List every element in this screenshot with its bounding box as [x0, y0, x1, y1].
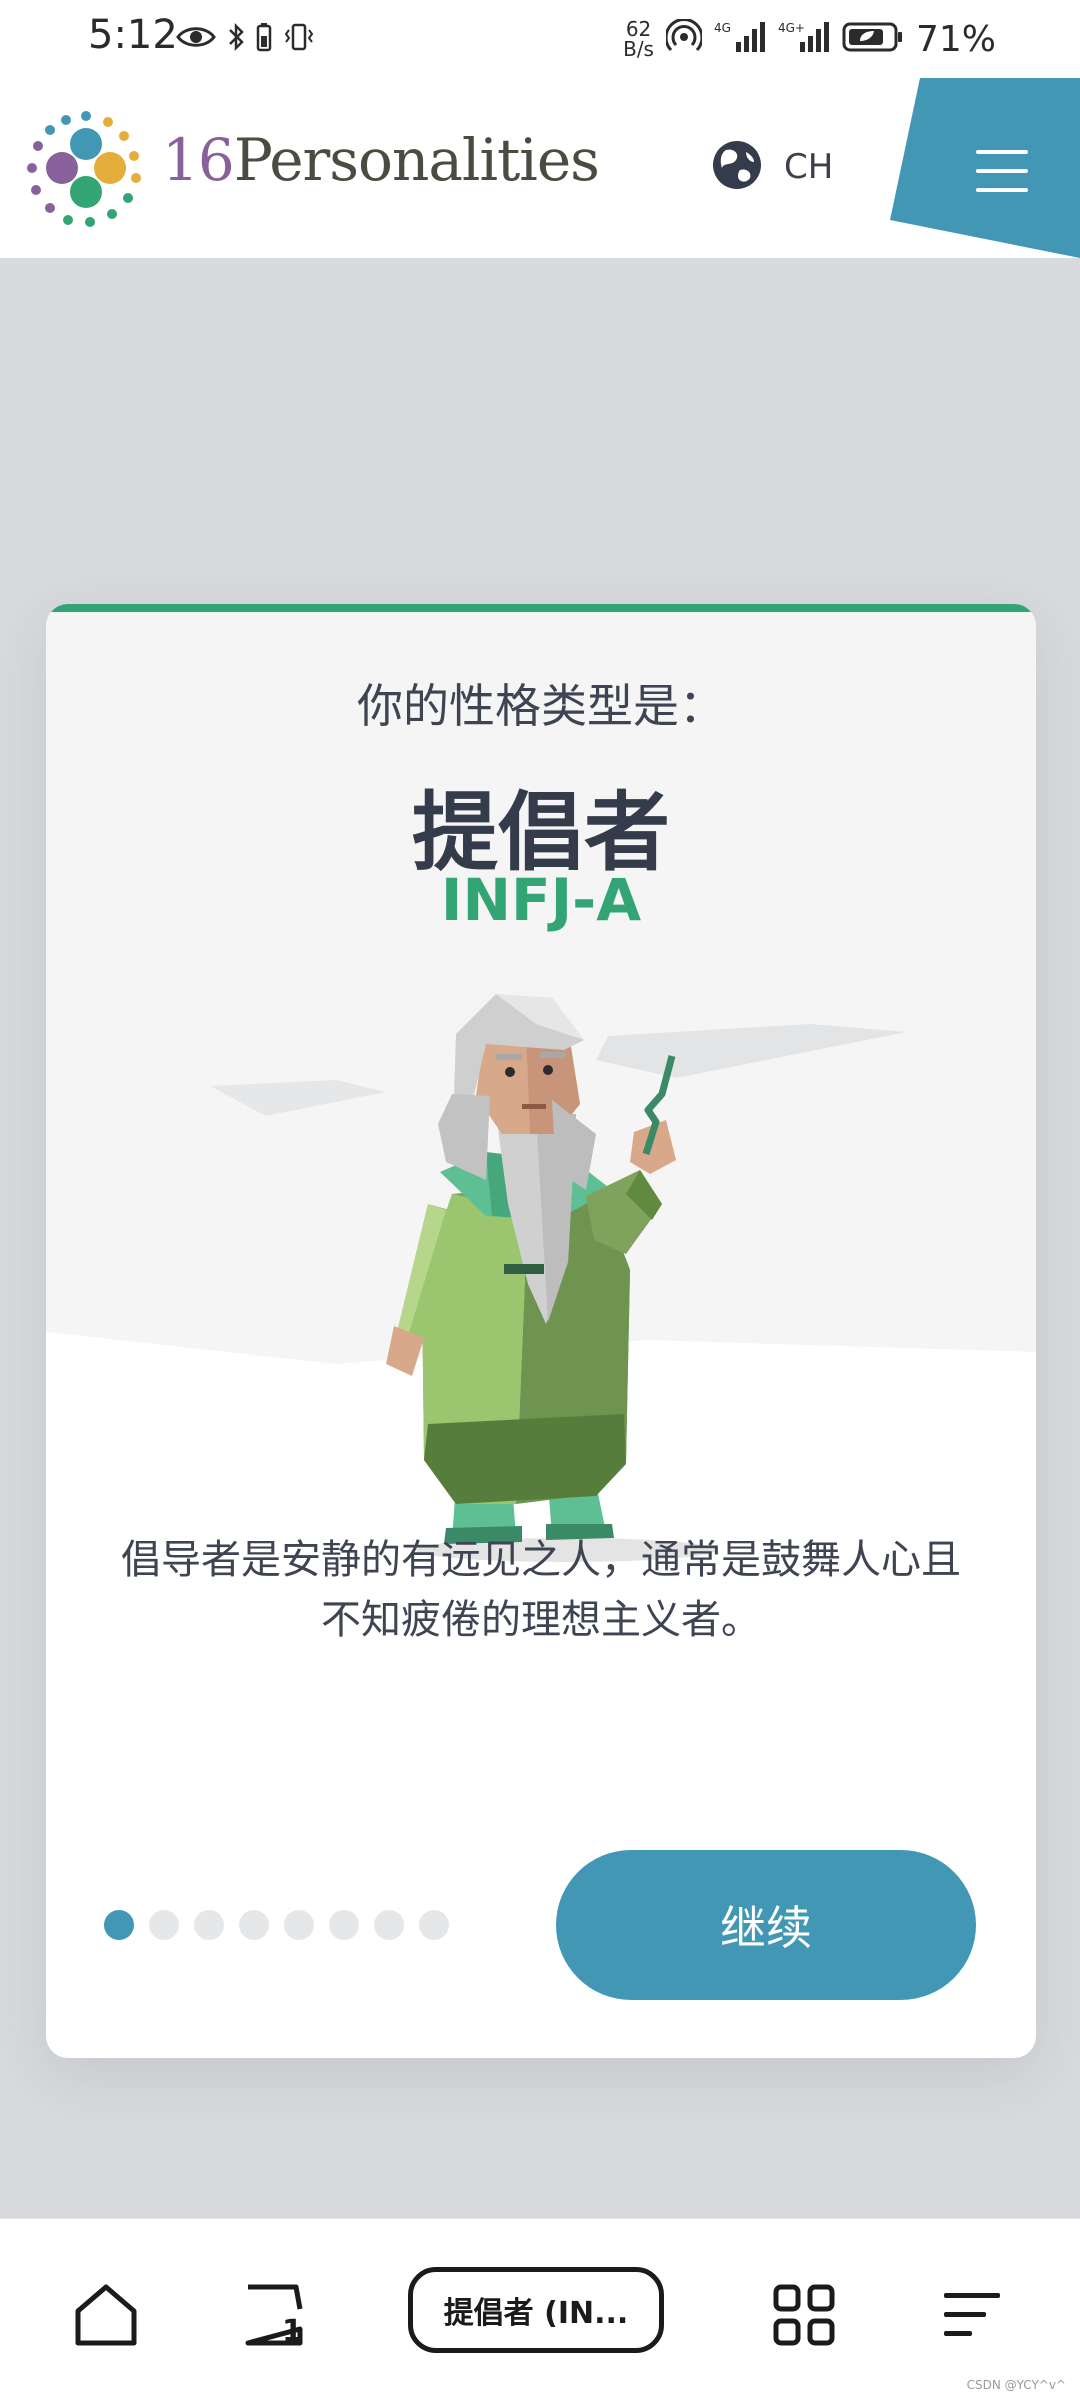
- logo-text: Personalities: [233, 126, 600, 194]
- menu-lines-icon[interactable]: [936, 2279, 1008, 2351]
- apps-icon[interactable]: [768, 2279, 840, 2351]
- advocate-illustration: [210, 994, 906, 1562]
- card-accent-bar: [46, 604, 1036, 612]
- progress-dot[interactable]: [284, 1910, 314, 1940]
- watermark: CSDN @YCY^v^: [966, 2378, 1066, 2392]
- progress-dot[interactable]: [374, 1910, 404, 1940]
- net-speed-unit: B/s: [623, 37, 654, 61]
- language-label: CH: [784, 147, 834, 187]
- svg-text:4G+: 4G+: [778, 21, 805, 35]
- logo-digits: 16: [162, 126, 235, 194]
- type-description: 倡导者是安静的有远见之人，通常是鼓舞人心且不知疲倦的理想主义者。: [121, 1537, 961, 1643]
- tabs-icon[interactable]: 1: [238, 2279, 310, 2351]
- battery-icon: [842, 21, 904, 57]
- vibrate-icon: [284, 22, 314, 56]
- logo-mark-icon[interactable]: [24, 108, 148, 232]
- signal-4g-icon: 4G: [714, 20, 766, 58]
- progress-dot[interactable]: [419, 1910, 449, 1940]
- bluetooth-icon: [228, 22, 244, 56]
- browser-bottom-bar: 1 提倡者 (IN...: [0, 2218, 1080, 2401]
- status-right-icons: 62 B/s 4G 4G+ 71%: [623, 14, 996, 64]
- language-switcher[interactable]: CH: [712, 140, 833, 194]
- battery-saver-icon: [256, 22, 272, 56]
- progress-dot[interactable]: [194, 1910, 224, 1940]
- card-intro: 你的性格类型是：: [357, 679, 725, 733]
- cloud-left: [210, 1080, 386, 1116]
- cloud-right: [596, 1024, 906, 1078]
- progress-dot[interactable]: [149, 1910, 179, 1940]
- globe-icon: [712, 140, 762, 194]
- address-bar[interactable]: 提倡者 (IN...: [408, 2267, 664, 2353]
- svg-text:4G: 4G: [714, 21, 731, 35]
- signal-4g-plus-icon: 4G+: [778, 20, 830, 58]
- status-time: 5:12: [88, 12, 178, 58]
- continue-button[interactable]: 继续: [556, 1850, 976, 2000]
- hotspot-icon: [664, 18, 704, 59]
- progress-dot[interactable]: [329, 1910, 359, 1940]
- battery-percent: 71%: [915, 18, 996, 60]
- progress-dots: [104, 1910, 449, 1940]
- status-bar: 5:12 62 B/s 4G 4G+ 71%: [0, 0, 1080, 78]
- menu-icon[interactable]: [976, 148, 1028, 194]
- eye-icon: [176, 24, 216, 54]
- svg-text:1: 1: [282, 2314, 303, 2349]
- home-icon[interactable]: [70, 2279, 142, 2351]
- result-card: 你的性格类型是： 提倡者 INFJ-A 倡导者是安静的有远见之人，通常是鼓舞人心…: [46, 604, 1036, 2058]
- type-code: INFJ-A: [440, 866, 642, 934]
- logo-wordmark[interactable]: 16Personalities: [162, 126, 600, 194]
- site-header: 16Personalities CH: [0, 78, 1080, 258]
- net-speed: 62 B/s: [623, 19, 654, 59]
- progress-dot[interactable]: [104, 1910, 134, 1940]
- progress-dot[interactable]: [239, 1910, 269, 1940]
- net-speed-value: 62: [625, 17, 652, 41]
- status-left-icons: [176, 18, 314, 60]
